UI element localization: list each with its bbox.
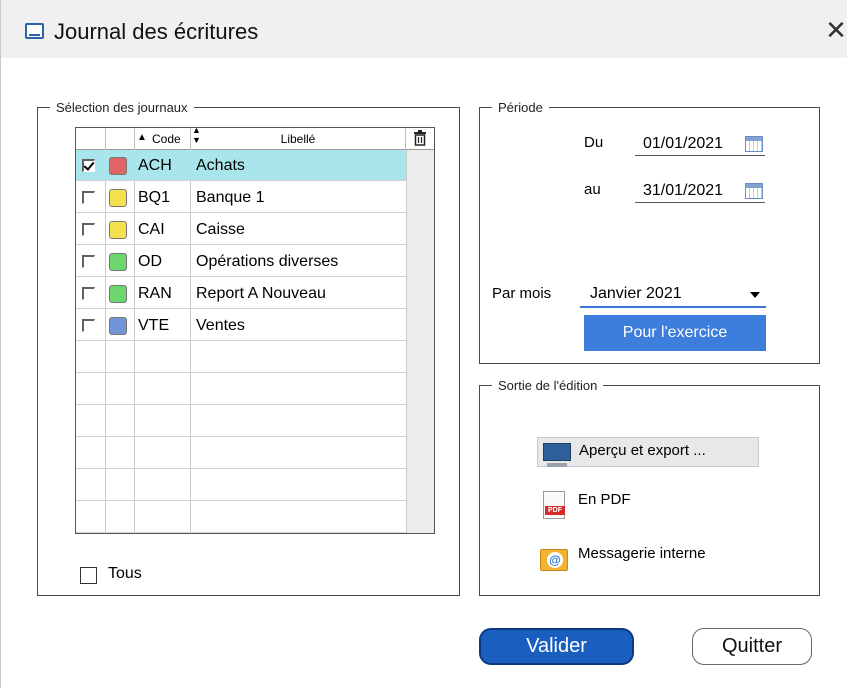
row-checkbox[interactable]	[82, 159, 95, 172]
journal-color-swatch	[109, 317, 127, 335]
pdf-icon[interactable]: PDF	[543, 491, 565, 519]
journal-color-swatch	[109, 157, 127, 175]
trash-icon	[414, 130, 426, 146]
journal-color-swatch	[109, 221, 127, 239]
preview-export-button[interactable]: Aperçu et export ...	[537, 437, 759, 467]
calendar-icon[interactable]	[745, 183, 763, 199]
to-date-field[interactable]: 31/01/2021	[635, 179, 765, 203]
table-row[interactable]: VTE Ventes	[76, 310, 406, 341]
select-all-label: Tous	[108, 565, 142, 582]
grid-header: ▲ Code ▲ ▼ Libellé	[76, 128, 434, 150]
journal-code: RAN	[138, 285, 172, 302]
empty-row	[76, 502, 406, 533]
window-icon	[25, 23, 44, 39]
journal-label: Banque 1	[196, 189, 265, 206]
header-column-chooser[interactable]	[406, 128, 434, 150]
period-group: Période Du 01/01/2021 au 31/01/2021 Par …	[479, 100, 820, 364]
chevron-down-icon	[750, 292, 760, 298]
journal-code: VTE	[138, 317, 170, 334]
table-row[interactable]: OD Opérations diverses	[76, 246, 406, 277]
month-select[interactable]: Janvier 2021	[580, 282, 766, 308]
row-checkbox[interactable]	[82, 255, 95, 268]
empty-row	[76, 374, 406, 405]
table-row[interactable]: BQ1 Banque 1	[76, 182, 406, 213]
row-checkbox[interactable]	[82, 287, 95, 300]
dialog-content: Sélection des journaux ▲ Code ▲ ▼ Libellé	[1, 58, 847, 688]
row-checkbox[interactable]	[82, 319, 95, 332]
empty-row	[76, 342, 406, 373]
mail-badge: @	[547, 552, 563, 568]
from-date-field[interactable]: 01/01/2021	[635, 132, 765, 156]
header-label-col[interactable]: ▲ ▼ Libellé	[191, 128, 406, 150]
sort-asc-icon: ▲	[137, 132, 147, 143]
journal-selection-group: Sélection des journaux ▲ Code ▲ ▼ Libellé	[37, 100, 460, 596]
journal-grid: ▲ Code ▲ ▼ Libellé ACH Achats BQ1 Banque…	[75, 127, 435, 534]
journal-selection-legend: Sélection des journaux	[56, 100, 188, 115]
select-all-checkbox[interactable]	[80, 567, 97, 584]
header-code-col[interactable]: ▲ Code	[135, 128, 191, 150]
window-title: Journal des écritures	[54, 19, 259, 44]
journal-code: BQ1	[138, 189, 171, 206]
header-code-label: Code	[152, 132, 181, 146]
row-checkbox[interactable]	[82, 223, 95, 236]
journal-color-swatch	[109, 253, 127, 271]
exercise-period-button[interactable]: Pour l'exercice	[584, 315, 766, 351]
header-color-col	[106, 128, 135, 150]
pdf-export-option[interactable]: En PDF	[578, 491, 631, 508]
to-date-value: 31/01/2021	[643, 182, 724, 199]
sort-both-icon: ▲ ▼	[192, 127, 201, 145]
empty-row	[76, 438, 406, 469]
internal-messaging-option[interactable]: Messagerie interne	[578, 545, 706, 562]
row-checkbox[interactable]	[82, 191, 95, 204]
mail-icon[interactable]: @	[540, 549, 568, 571]
output-group: Sortie de l'édition Aperçu et export ...…	[479, 378, 820, 596]
validate-button[interactable]: Valider	[479, 628, 634, 665]
month-select-value: Janvier 2021	[590, 285, 682, 302]
journal-label: Ventes	[196, 317, 245, 334]
table-row[interactable]: RAN Report A Nouveau	[76, 278, 406, 309]
journal-label: Caisse	[196, 221, 245, 238]
header-check-col	[76, 128, 106, 150]
preview-export-label: Aperçu et export ...	[579, 442, 706, 459]
empty-row	[76, 470, 406, 501]
calendar-icon[interactable]	[745, 136, 763, 152]
journal-color-swatch	[109, 285, 127, 303]
title-bar: Journal des écritures ✕	[1, 0, 847, 58]
from-date-value: 01/01/2021	[643, 135, 724, 152]
journal-code: CAI	[138, 221, 165, 238]
close-button[interactable]: ✕	[824, 16, 847, 44]
dialog-window: Journal des écritures ✕ Sélection des jo…	[0, 0, 847, 688]
from-label: Du	[584, 134, 604, 151]
to-label: au	[584, 181, 601, 198]
journal-label: Report A Nouveau	[196, 285, 326, 302]
output-legend: Sortie de l'édition	[498, 378, 598, 393]
table-row[interactable]: CAI Caisse	[76, 214, 406, 245]
pdf-badge: PDF	[545, 506, 565, 515]
journal-code: ACH	[138, 157, 172, 174]
journal-code: OD	[138, 253, 162, 270]
quit-button[interactable]: Quitter	[692, 628, 812, 665]
empty-row	[76, 406, 406, 437]
journal-label: Achats	[196, 157, 245, 174]
period-legend: Période	[498, 100, 543, 115]
table-row[interactable]: ACH Achats	[76, 150, 406, 181]
monitor-icon	[543, 443, 571, 467]
grid-scrollbar[interactable]	[406, 150, 434, 533]
header-label-text: Libellé	[280, 132, 316, 146]
month-label: Par mois	[492, 285, 552, 302]
journal-label: Opérations diverses	[196, 253, 339, 270]
journal-color-swatch	[109, 189, 127, 207]
